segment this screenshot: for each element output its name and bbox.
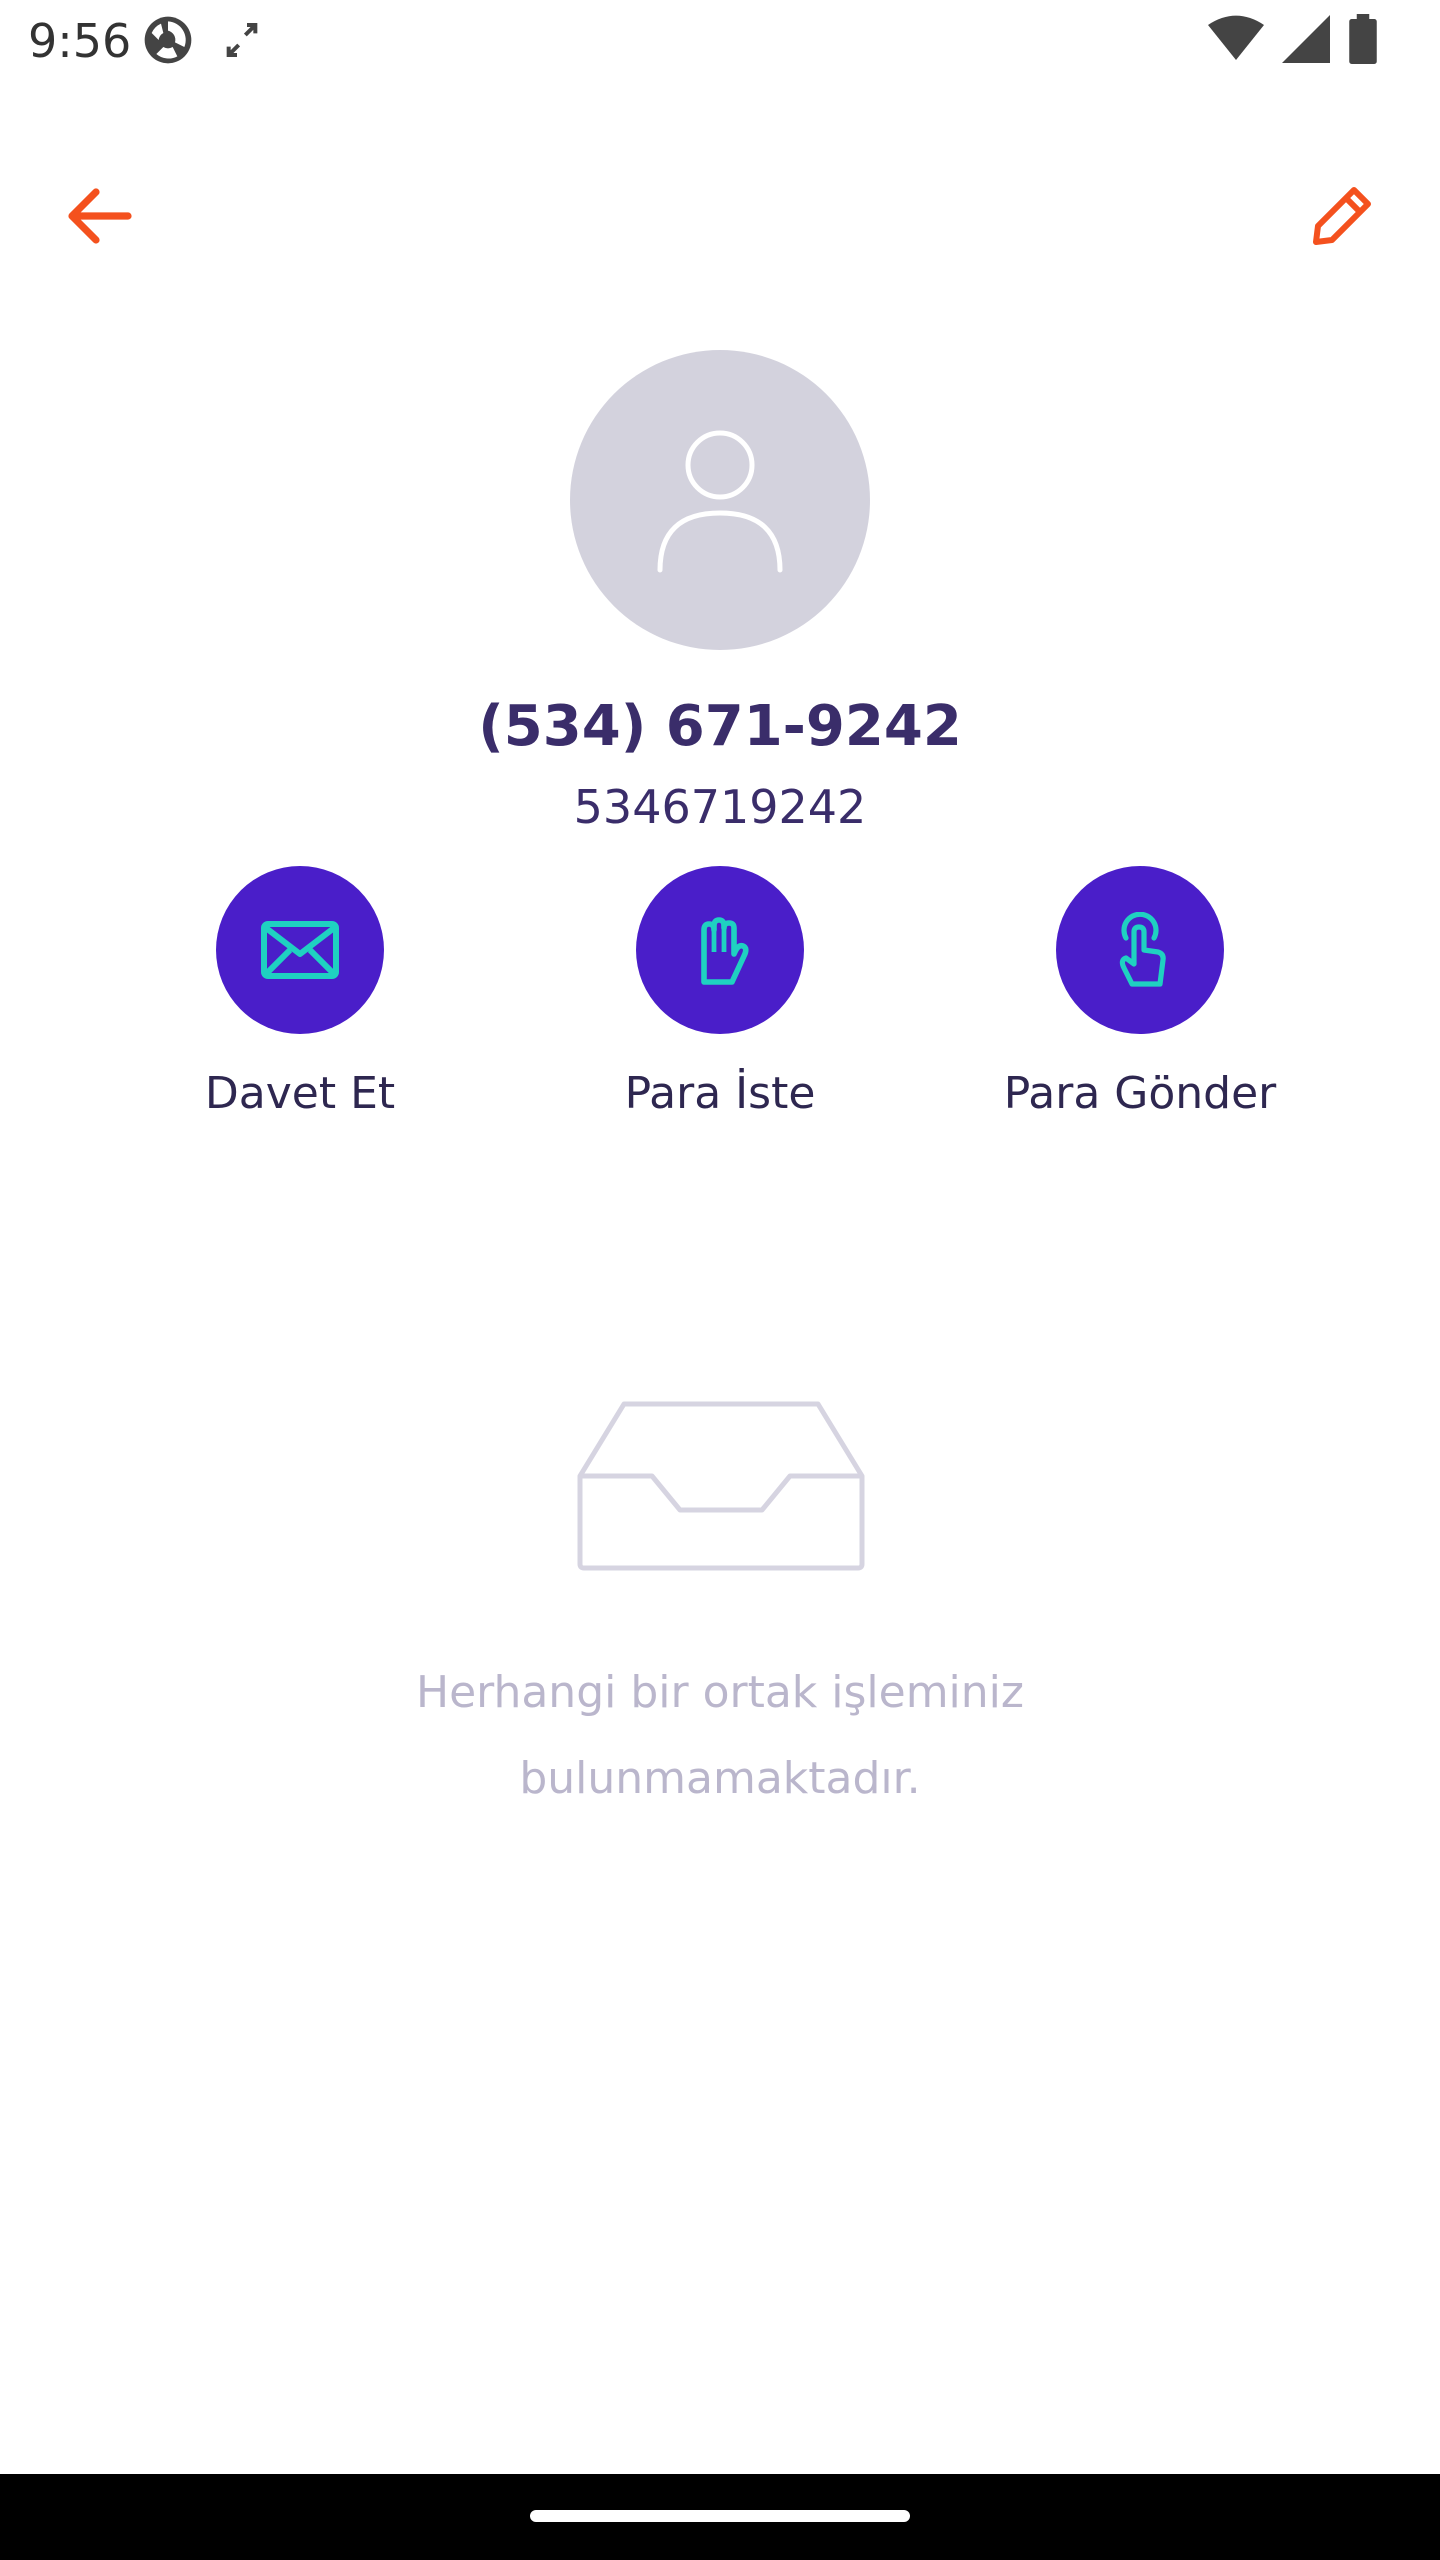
empty-state-line-1: Herhangi bir ortak işleminiz — [415, 1667, 1024, 1718]
contact-detail-screen: 9:56 (534) 671-9242 5346719242 Davet Et … — [0, 0, 1440, 2560]
status-right-icons — [1208, 14, 1378, 64]
invite-label: Davet Et — [204, 1068, 396, 1119]
status-left-icons — [140, 12, 262, 68]
invite-circle — [216, 866, 384, 1034]
request-money-label: Para İste — [624, 1068, 816, 1119]
status-time: 9:56 — [28, 14, 132, 68]
data-saver-icon — [144, 16, 192, 64]
tap-finger-icon — [1119, 912, 1166, 987]
empty-state-message: Herhangi bir ortak işleminiz bulunmamakt… — [320, 1650, 1120, 1822]
request-money-circle — [636, 866, 804, 1034]
avatar — [570, 350, 870, 650]
contact-name: (534) 671-9242 — [478, 694, 962, 759]
edit-button[interactable] — [1292, 166, 1392, 266]
envelope-icon — [261, 921, 339, 979]
home-indicator[interactable] — [530, 2510, 910, 2522]
status-bar: 9:56 — [0, 0, 1440, 84]
invite-button[interactable]: Davet Et — [100, 866, 500, 1119]
pencil-icon — [1313, 187, 1371, 245]
send-money-circle — [1056, 866, 1224, 1034]
request-money-button[interactable]: Para İste — [520, 866, 920, 1119]
contact-phone-number: 5346719242 — [573, 780, 867, 834]
send-money-label: Para Gönder — [1003, 1068, 1277, 1119]
send-money-button[interactable]: Para Gönder — [940, 866, 1340, 1119]
empty-state-line-2: bulunmamaktadır. — [519, 1753, 921, 1804]
cellular-signal-icon — [1282, 15, 1330, 63]
empty-inbox-icon — [577, 1401, 865, 1571]
screen-rotate-icon — [226, 23, 258, 57]
person-placeholder-icon — [657, 430, 783, 573]
arrow-left-icon — [68, 188, 132, 244]
wifi-icon — [1208, 15, 1264, 60]
battery-icon — [1349, 14, 1377, 64]
hand-icon — [701, 917, 749, 985]
back-button[interactable] — [48, 166, 148, 266]
